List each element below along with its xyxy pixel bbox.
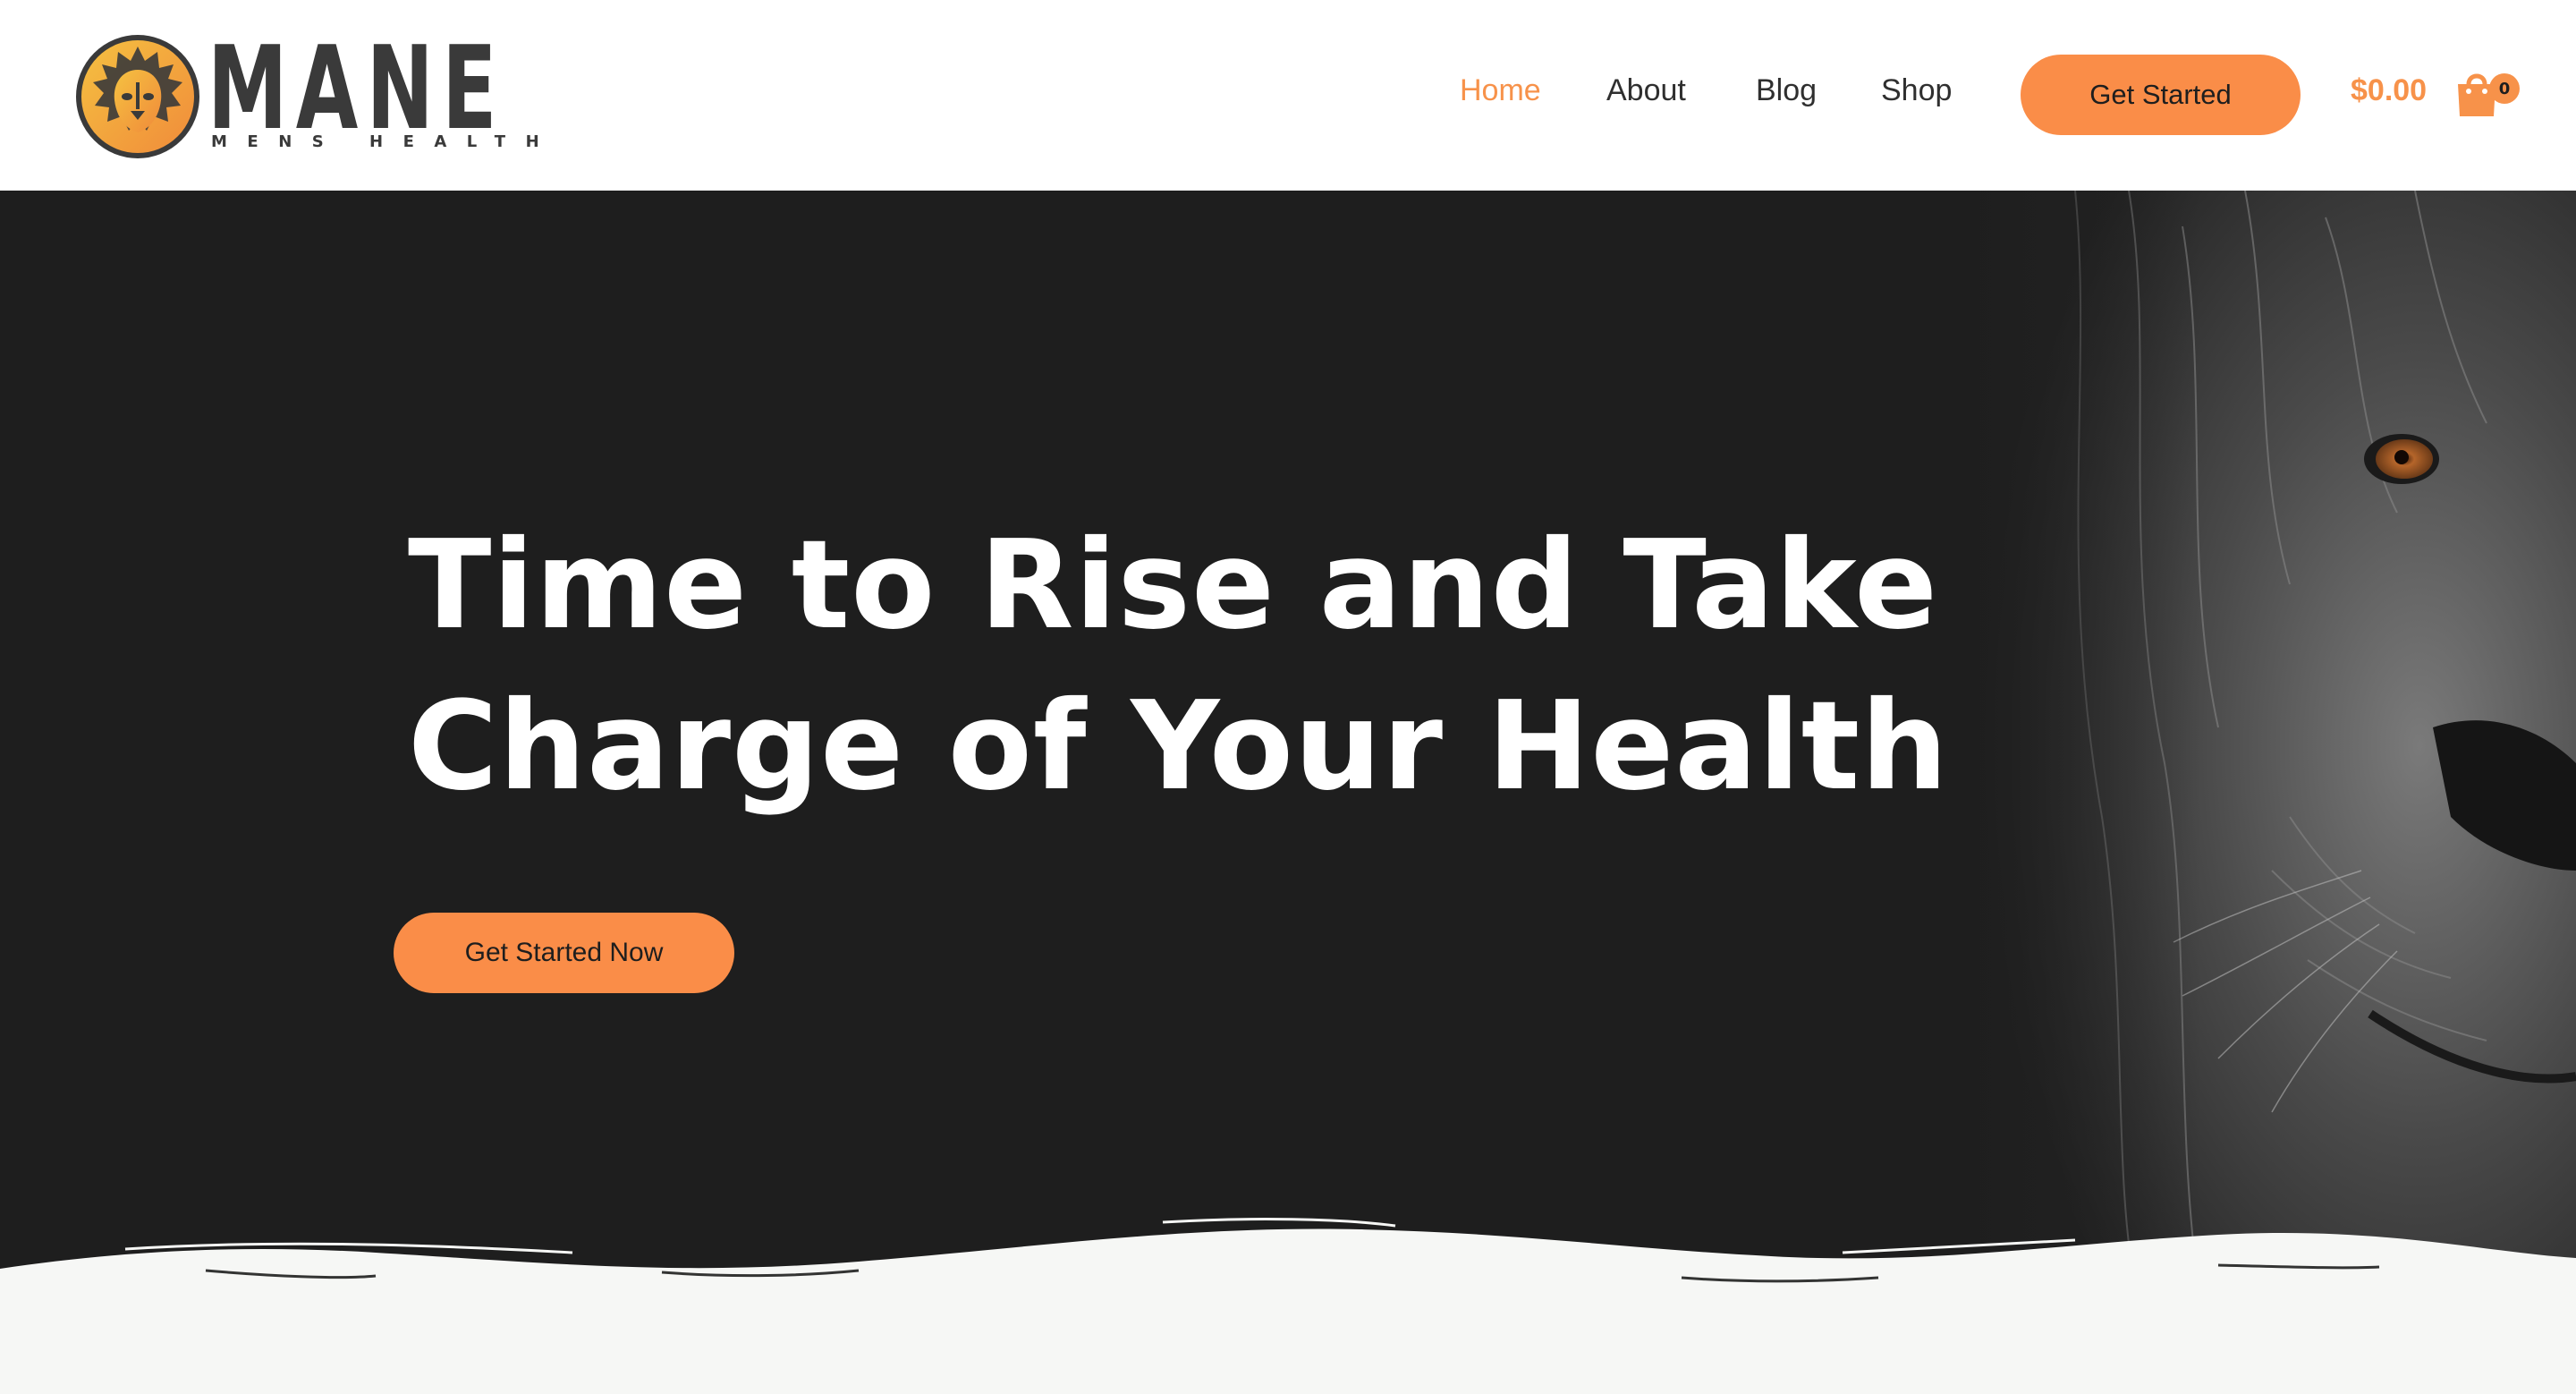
lion-face-photo	[1950, 191, 2576, 1300]
hero-title: Time to Rise and Take Charge of Your Hea…	[408, 506, 1949, 828]
logo-tagline: MENS HEALTH	[211, 132, 560, 151]
nav-link-shop[interactable]: Shop	[1881, 73, 1952, 108]
site-header: MANE MENS HEALTH Home About Blog Shop Ge…	[0, 0, 2576, 191]
hero-title-line-2: Charge of Your Health	[408, 676, 1949, 818]
logo-wordmark: MANE	[208, 22, 505, 156]
nav-link-home[interactable]: Home	[1460, 73, 1541, 108]
cart-count-badge: 0	[2489, 73, 2520, 104]
lion-head-icon	[76, 35, 199, 158]
nav-link-blog[interactable]: Blog	[1756, 73, 1817, 108]
nav-link-about[interactable]: About	[1606, 73, 1686, 108]
cart-total[interactable]: $0.00	[2351, 73, 2427, 108]
get-started-button[interactable]: Get Started	[2021, 55, 2301, 135]
get-started-now-button[interactable]: Get Started Now	[394, 913, 734, 993]
site-logo[interactable]: MANE MENS HEALTH	[75, 22, 539, 159]
hero-title-line-1: Time to Rise and Take	[408, 514, 1939, 657]
brush-wave-divider	[0, 1218, 2576, 1394]
